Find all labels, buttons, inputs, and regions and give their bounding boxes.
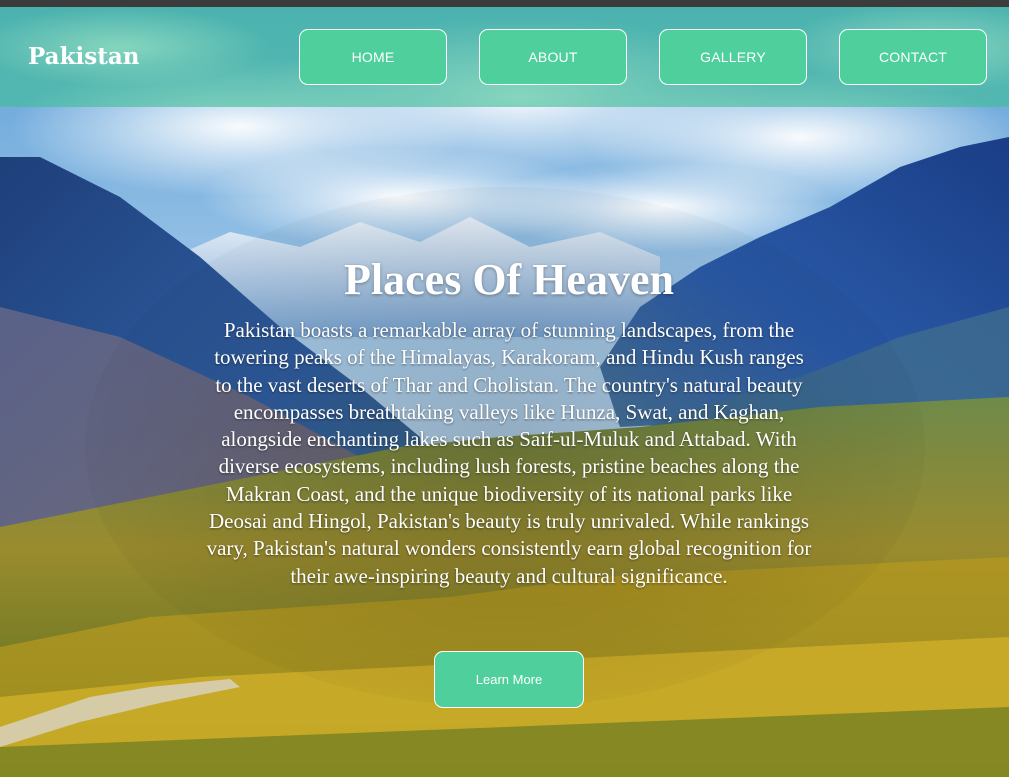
learn-more-button[interactable]: Learn More xyxy=(434,651,584,708)
hero-description: Pakistan boasts a remarkable array of st… xyxy=(206,318,812,588)
nav-home-button[interactable]: HOME xyxy=(299,29,447,85)
nav-gallery-button[interactable]: GALLERY xyxy=(659,29,807,85)
nav-about-button[interactable]: ABOUT xyxy=(479,29,627,85)
window-top-bar xyxy=(0,0,1009,7)
site-brand[interactable]: Pakistan xyxy=(28,43,139,71)
nav-contact-button[interactable]: CONTACT xyxy=(839,29,987,85)
page: Pakistan HOME ABOUT GALLERY CONTACT Plac… xyxy=(0,0,1009,777)
navbar: Pakistan HOME ABOUT GALLERY CONTACT xyxy=(0,7,1009,107)
hero-content: Places Of Heaven Pakistan boasts a remar… xyxy=(204,253,814,590)
hero-heading: Places Of Heaven xyxy=(344,255,674,304)
